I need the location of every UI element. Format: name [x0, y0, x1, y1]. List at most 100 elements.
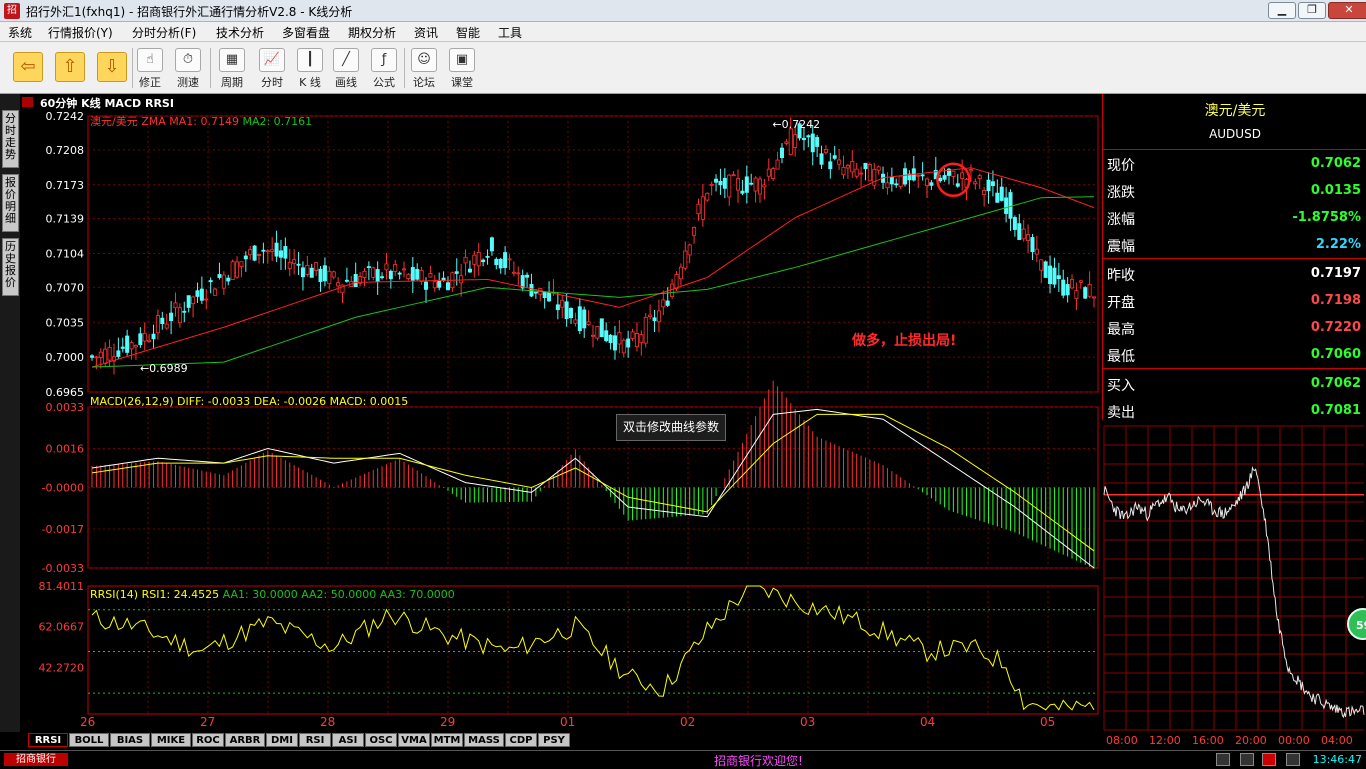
indicator-tab-psy[interactable]: PSY	[538, 733, 570, 747]
tab-intraday-trend[interactable]: 分时走势	[2, 110, 19, 168]
alert-icon[interactable]	[1240, 753, 1254, 766]
candle-body	[806, 135, 811, 138]
minimize-button[interactable]: ▁	[1268, 2, 1296, 19]
indicator-tab-roc[interactable]: ROC	[192, 733, 224, 747]
candle-body	[125, 335, 130, 353]
tab-quote-detail[interactable]: 报价明细	[2, 174, 19, 232]
candle-body	[235, 261, 240, 278]
indicator-tab-rsi[interactable]: RSI	[299, 733, 331, 747]
down-button[interactable]: ⇩	[94, 48, 130, 92]
candle-body	[876, 166, 881, 171]
indicator-tab-asi[interactable]: ASI	[332, 733, 364, 747]
menu-quotes[interactable]: 行情报价(Y)	[48, 24, 113, 41]
candle-body	[243, 255, 248, 260]
tab-history-quote[interactable]: 历史报价	[2, 238, 19, 296]
kline-title-part: 澳元/美元	[90, 115, 141, 128]
indicator-tab-rrsi[interactable]: RRSI	[28, 733, 68, 747]
candle-body	[248, 249, 253, 256]
x-axis-label: 04	[920, 715, 935, 729]
quote-row: 震幅 2.22%	[1103, 231, 1366, 258]
rsi-tick-label: 62.0667	[39, 620, 85, 633]
speed-icon: ⏱	[175, 48, 201, 72]
candle-body	[898, 175, 903, 187]
rsi-title: RRSI(14) RSI1: 24.4525 AA1: 30.0000 AA2:…	[90, 588, 455, 601]
mini-x-label: 12:00	[1149, 734, 1181, 747]
candle-body	[643, 316, 648, 344]
indicator-tab-mass[interactable]: MASS	[464, 733, 504, 747]
candle-body	[437, 280, 442, 288]
indicator-tab-mtm[interactable]: MTM	[431, 733, 463, 747]
menu-smart[interactable]: 智能	[456, 24, 480, 41]
mini-x-label: 20:00	[1235, 734, 1267, 747]
candle-body	[160, 317, 165, 324]
candle-body	[1004, 197, 1009, 214]
candle-body	[815, 137, 820, 147]
rsi-tick-label: 81.4011	[39, 580, 85, 593]
restore-chart-icon[interactable]	[22, 97, 33, 107]
indicator-tab-osc[interactable]: OSC	[365, 733, 397, 747]
candle-body	[164, 323, 169, 329]
rsi-line	[91, 585, 1095, 711]
candle-body	[582, 309, 587, 329]
candle-body	[859, 172, 864, 175]
correct-button[interactable]: ☝ 修正	[132, 48, 168, 92]
indicator-tab-boll[interactable]: BOLL	[69, 733, 109, 747]
indicator-tab-mike[interactable]: MIKE	[151, 733, 191, 747]
classroom-button[interactable]: ▣ 课堂	[444, 48, 480, 92]
indicator-tab-dmi[interactable]: DMI	[266, 733, 298, 747]
menu-multiwindow[interactable]: 多窗看盘	[282, 24, 330, 41]
indicator-tab-cdp[interactable]: CDP	[505, 733, 537, 747]
restore-button[interactable]: ❐	[1298, 2, 1326, 19]
candle-body	[1074, 290, 1079, 300]
candle-body	[612, 335, 617, 351]
notes-icon[interactable]	[1262, 753, 1276, 766]
menu-news[interactable]: 资讯	[414, 24, 438, 41]
candle-body	[445, 282, 450, 291]
indicator-tab-arbr[interactable]: ARBR	[225, 733, 265, 747]
speed-test-button[interactable]: ⏱ 测速	[170, 48, 206, 92]
menu-system[interactable]: 系统	[8, 24, 32, 41]
candle-body	[217, 274, 222, 278]
candle-body	[648, 314, 653, 318]
candle-body	[740, 190, 745, 194]
intraday-button[interactable]: 📈 分时	[254, 48, 290, 92]
kline-title-part: ZMA	[141, 115, 169, 128]
up-button[interactable]: ⇧	[52, 48, 88, 92]
indicator-tab-vma[interactable]: VMA	[398, 733, 430, 747]
quote-row-value: 0.7198	[1310, 293, 1361, 308]
sound-icon[interactable]	[1216, 753, 1230, 766]
settings-icon[interactable]	[1286, 753, 1300, 766]
candle-body	[1065, 284, 1070, 296]
formula-button[interactable]: ƒ 公式	[366, 48, 402, 92]
forum-button[interactable]: ☺ 论坛	[406, 48, 442, 92]
rsi-tick-label: 42.2720	[39, 662, 85, 675]
candle-body	[481, 259, 486, 263]
candle-body	[265, 250, 270, 253]
menu-options[interactable]: 期权分析	[348, 24, 396, 41]
back-button[interactable]: ⇦	[10, 48, 46, 92]
candle-body	[709, 183, 714, 186]
intraday-mini-chart[interactable]: 08:00 12:00 16:00 20:00 00:00 04:00	[1102, 420, 1366, 750]
menu-technical[interactable]: 技术分析	[216, 24, 264, 41]
candle-body	[863, 162, 868, 170]
menu-tools[interactable]: 工具	[498, 24, 522, 41]
menu-intraday[interactable]: 分时分析(F)	[132, 24, 196, 41]
kline-chart[interactable]: 0.7242 0.7208 0.7173 0.7139 0.7104 0.7070 0.70…	[20, 110, 1102, 732]
candle-body	[239, 261, 244, 267]
period-button[interactable]: ▦ 周期	[214, 48, 250, 92]
clock: 13:46:47	[1312, 753, 1362, 766]
candle-body	[103, 348, 108, 364]
quote-symbol-code: AUDUSD	[1209, 127, 1261, 141]
candle-body	[1092, 296, 1097, 299]
pane-border-2	[87, 585, 1099, 715]
draw-line-button[interactable]: ╱ 画线	[328, 48, 364, 92]
close-button[interactable]: ✕	[1328, 2, 1366, 19]
kline-button[interactable]: ┃ K 线	[292, 48, 328, 92]
indicator-tab-bias[interactable]: BIAS	[110, 733, 150, 747]
candle-body	[973, 181, 978, 185]
candle-body	[775, 159, 780, 170]
candle-body	[226, 277, 231, 282]
price-tick-label: 0.7035	[46, 316, 85, 329]
quote-row-label: 现价	[1107, 158, 1135, 174]
candle-body	[533, 291, 538, 294]
